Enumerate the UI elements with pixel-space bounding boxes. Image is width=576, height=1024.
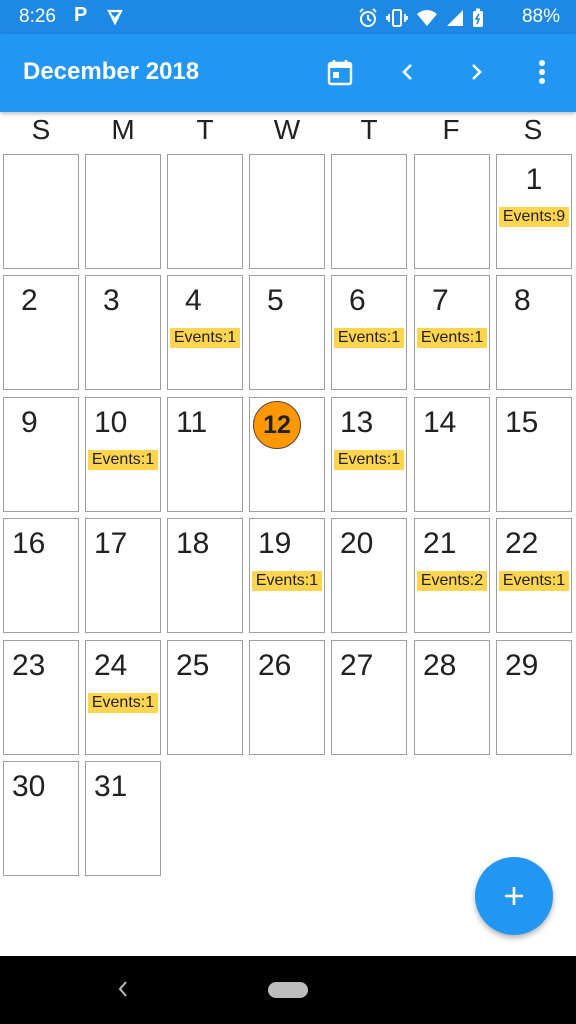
day-cell[interactable]: 13 Events:1: [331, 397, 407, 512]
empty-day-cell: [331, 154, 407, 269]
day-cell[interactable]: 21 Events:2: [414, 518, 490, 633]
day-cell[interactable]: 6 Events:1: [331, 275, 407, 390]
empty-day-cell: [414, 154, 490, 269]
day-number: 13: [340, 406, 374, 439]
event-count-badge: Events:1: [170, 328, 240, 348]
day-cell[interactable]: 11: [167, 397, 243, 512]
back-icon[interactable]: [116, 980, 130, 998]
day-cell[interactable]: 31: [85, 761, 161, 876]
day-number: 6: [349, 284, 366, 317]
day-number: 4: [185, 284, 202, 317]
day-number: 25: [176, 649, 210, 682]
empty-day-cell: [249, 154, 325, 269]
day-cell[interactable]: 18: [167, 518, 243, 633]
event-count-badge: Events:1: [417, 328, 487, 348]
event-count-badge: Events:1: [499, 571, 569, 591]
day-cell[interactable]: 20: [331, 518, 407, 633]
day-cell[interactable]: 10 Events:1: [85, 397, 161, 512]
event-count-badge: Events:1: [334, 328, 404, 348]
day-number: 21: [423, 527, 457, 560]
day-cell[interactable]: 30: [3, 761, 79, 876]
day-number: 5: [267, 284, 284, 317]
day-number: 14: [423, 406, 457, 439]
day-number: 11: [176, 406, 208, 439]
day-number: 16: [12, 527, 46, 560]
day-cell[interactable]: 5: [249, 275, 325, 390]
add-icon: [505, 887, 523, 905]
day-cell[interactable]: 8: [496, 275, 572, 390]
today-day-number: 12: [253, 401, 301, 449]
day-number: 31: [94, 770, 128, 803]
day-number: 3: [103, 284, 120, 317]
empty-day-cell: [85, 154, 161, 269]
day-cell[interactable]: 9: [3, 397, 79, 512]
day-cell[interactable]: 29: [496, 640, 572, 755]
day-cell[interactable]: 14: [414, 397, 490, 512]
day-cell[interactable]: 24 Events:1: [85, 640, 161, 755]
day-number: 9: [21, 406, 38, 439]
day-cell[interactable]: 17: [85, 518, 161, 633]
day-number: 19: [258, 527, 292, 560]
system-nav-bar: [0, 956, 576, 1024]
day-cell[interactable]: 25: [167, 640, 243, 755]
day-number: 27: [340, 649, 374, 682]
day-cell[interactable]: 12: [249, 397, 325, 512]
day-cell[interactable]: 15: [496, 397, 572, 512]
day-number: 8: [514, 284, 531, 317]
day-cell[interactable]: 2: [3, 275, 79, 390]
day-cell[interactable]: 3: [85, 275, 161, 390]
add-event-button[interactable]: [475, 857, 553, 935]
event-count-badge: Events:9: [499, 207, 569, 227]
day-cell[interactable]: 7 Events:1: [414, 275, 490, 390]
day-number: 17: [94, 527, 128, 560]
day-number: 29: [505, 649, 539, 682]
day-number: 22: [505, 527, 539, 560]
event-count-badge: Events:1: [252, 571, 322, 591]
day-number: 24: [94, 649, 128, 682]
day-number: 23: [12, 649, 46, 682]
day-number: 10: [94, 406, 128, 439]
event-count-badge: Events:2: [417, 571, 487, 591]
day-number: 30: [12, 770, 46, 803]
day-cell[interactable]: 1 Events:9: [496, 154, 572, 269]
day-cell[interactable]: 19 Events:1: [249, 518, 325, 633]
day-cell[interactable]: 22 Events:1: [496, 518, 572, 633]
day-cell[interactable]: 26: [249, 640, 325, 755]
day-number: 2: [21, 284, 38, 317]
event-count-badge: Events:1: [88, 693, 158, 713]
day-cell[interactable]: 28: [414, 640, 490, 755]
day-number: 15: [505, 406, 539, 439]
event-count-badge: Events:1: [334, 450, 404, 470]
empty-day-cell: [167, 154, 243, 269]
home-pill[interactable]: [268, 982, 308, 998]
day-cell[interactable]: 27: [331, 640, 407, 755]
day-number: 7: [432, 284, 449, 317]
day-cell[interactable]: 16: [3, 518, 79, 633]
empty-day-cell: [3, 154, 79, 269]
event-count-badge: Events:1: [88, 450, 158, 470]
day-number: 26: [258, 649, 292, 682]
day-number: 1: [525, 163, 543, 196]
day-number: 28: [423, 649, 457, 682]
day-number: 18: [176, 527, 210, 560]
day-cell[interactable]: 23: [3, 640, 79, 755]
day-cell[interactable]: 4 Events:1: [167, 275, 243, 390]
day-number: 20: [340, 527, 374, 560]
